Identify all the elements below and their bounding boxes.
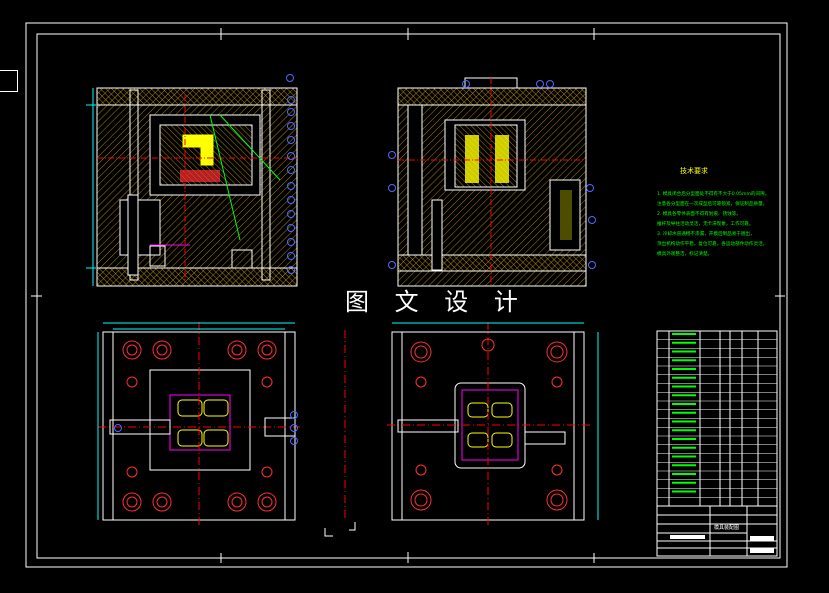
bom-row-text <box>672 411 696 414</box>
tech-requirement-line: 顶出机构动作平稳，复位可靠，各运动部件动作灵活， <box>657 242 768 247</box>
moving-half-plan-view <box>97 322 300 528</box>
tech-requirement-line: 模具外观整洁，标记清楚。 <box>657 252 713 257</box>
fixed-half-plan-view <box>324 322 599 537</box>
bill-of-materials-table <box>656 330 778 507</box>
tech-requirement-line: 注意各分型面在一次成型后可靠锁紧，保证制品质量。 <box>657 202 768 207</box>
bom-row-text <box>672 376 696 379</box>
bom-row-text <box>672 473 696 475</box>
bom-row-text <box>672 350 696 353</box>
bom-row-text <box>672 333 696 335</box>
bom-row-text <box>672 403 696 405</box>
side-section-view <box>388 77 596 287</box>
bom-row-text <box>672 420 696 423</box>
drawing-name: 模具装配图 <box>714 525 740 531</box>
bom-row-text <box>672 438 696 440</box>
bom-row-text <box>672 481 696 484</box>
bom-row-text <box>672 385 696 388</box>
bom-row-text <box>672 341 696 344</box>
bom-row-text <box>672 455 696 458</box>
bom-row-text <box>672 368 696 370</box>
tech-requirement-line: 2. 模具各零件表面不得有划痕、锈蚀等。 <box>657 212 741 217</box>
tech-requirement-line: 1. 模具闭合后分型面处不得有不大于0.05mm的间隙。 <box>657 192 770 197</box>
bom-row-text <box>672 464 696 467</box>
bom-row-text <box>672 490 696 493</box>
tech-requirements-title: 技术要求 <box>680 167 708 175</box>
title-block <box>656 505 778 557</box>
front-section-view <box>86 74 298 287</box>
bom-row-text <box>672 446 696 449</box>
sheet-side-tab <box>0 70 18 92</box>
bom-row-text <box>672 394 696 397</box>
tech-requirement-line: 3. 冷却水道通畅不渗漏，开模后制品易于脱出， <box>657 232 755 237</box>
watermark-text: 图 文 设 计 <box>345 288 527 316</box>
tech-requirement-line: 推杆及导柱活动灵活，无卡滞现象，工作可靠。 <box>657 222 754 227</box>
bom-row-text <box>672 359 696 362</box>
bom-row-text <box>672 429 696 432</box>
tech-requirements-text: 1. 模具闭合后分型面处不得有不大于0.05mm的间隙。 注意各分型面在一次成型… <box>657 190 787 260</box>
